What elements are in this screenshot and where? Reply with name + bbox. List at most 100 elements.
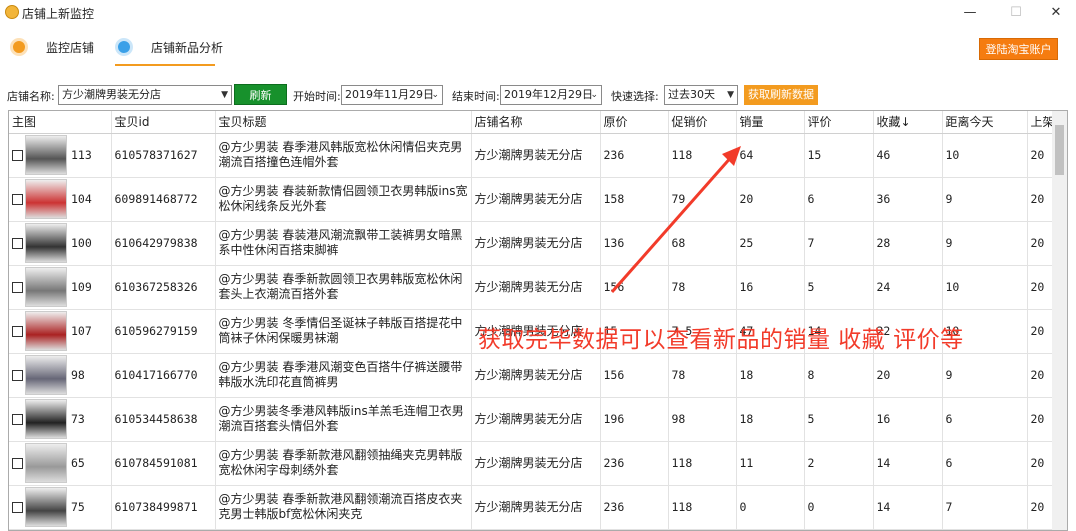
- product-thumbnail: [25, 443, 67, 483]
- start-date-picker[interactable]: 2019年11月29日 ⌄: [341, 85, 443, 105]
- cell-promo-price: 68: [668, 221, 737, 266]
- row-checkbox[interactable]: [12, 149, 23, 161]
- cell-days-ago: 6: [942, 441, 1028, 486]
- column-header[interactable]: 销量: [736, 111, 805, 134]
- cell-sales: 64: [736, 133, 805, 178]
- cell-shop-name: 方少潮牌男装无分店: [471, 353, 601, 398]
- cell-item-id: 610417166770: [111, 353, 216, 398]
- minimize-button[interactable]: —: [950, 2, 990, 24]
- cell-favorites: 28: [873, 221, 943, 266]
- column-header[interactable]: 店铺名称: [471, 111, 601, 134]
- row-checkbox[interactable]: [12, 501, 23, 513]
- row-checkbox[interactable]: [12, 369, 23, 381]
- cell-title: @方少男装 春季新款港风翻领抽绳夹克男韩版宽松休闲字母刺绣外套: [215, 441, 472, 486]
- cell-title: @方少男装 春装港风潮流飘带工装裤男女暗黑系中性休闲百搭束脚裤: [215, 221, 472, 266]
- row-checkbox[interactable]: [12, 457, 23, 469]
- row-index: 107: [71, 324, 92, 338]
- cell-reviews: 15: [804, 133, 874, 178]
- cell-title: @方少男装 春季新款港风翻领潮流百搭皮衣夹克男士韩版bf宽松休闲夹克: [215, 485, 472, 530]
- cell-main-image: 107: [9, 309, 112, 354]
- table-row[interactable]: 109 610367258326 @方少男装 春季新款圆领卫衣男韩版宽松休闲套头上衣…: [9, 265, 1067, 310]
- refresh-button[interactable]: 刷新: [234, 84, 287, 105]
- row-checkbox[interactable]: [12, 281, 23, 293]
- table-row[interactable]: 104 609891468772 @方少男装 春装新款情侣圆领卫衣男韩版ins宽松休…: [9, 177, 1067, 222]
- cell-title: @方少男装 春季新款圆领卫衣男韩版宽松休闲套头上衣潮流百搭外套: [215, 265, 472, 310]
- cell-reviews: 5: [804, 265, 874, 310]
- app-logo-icon: [5, 5, 19, 19]
- row-index: 65: [71, 456, 85, 470]
- cell-item-id: 610578371627: [111, 133, 216, 178]
- row-checkbox[interactable]: [12, 237, 23, 249]
- cell-original-price: 236: [600, 133, 669, 178]
- cell-reviews: 6: [804, 177, 874, 222]
- cell-main-image: 100: [9, 221, 112, 266]
- table-row[interactable]: 98 610417166770 @方少男装 春季港风潮变色百搭牛仔裤送腰带韩版水洗印…: [9, 353, 1067, 398]
- end-date-value: 2019年12月29日: [504, 88, 593, 101]
- column-header[interactable]: 宝贝id: [111, 111, 216, 134]
- cell-shop-name: 方少潮牌男装无分店: [471, 397, 601, 442]
- cell-reviews: 2: [804, 441, 874, 486]
- cell-reviews: 0: [804, 485, 874, 530]
- end-date-picker[interactable]: 2019年12月29日 ⌄: [500, 85, 602, 105]
- table-header-row: 主图 宝贝id 宝贝标题 店铺名称 原价 促销价 销量 评价 收藏↓ 距离今天 …: [9, 111, 1067, 134]
- column-header[interactable]: 距离今天: [942, 111, 1028, 134]
- cell-favorites: 16: [873, 397, 943, 442]
- quick-select[interactable]: 过去30天 ▼: [664, 85, 738, 105]
- quick-select-value: 过去30天: [668, 88, 715, 101]
- tab-new-product-analysis[interactable]: 店铺新品分析: [115, 32, 223, 66]
- table-row[interactable]: 75 610738499871 @方少男装 春季新款港风翻领潮流百搭皮衣夹克男士韩版…: [9, 485, 1067, 530]
- login-taobao-button[interactable]: 登陆淘宝账户: [979, 38, 1058, 60]
- quick-select-label: 快速选择:: [611, 90, 659, 103]
- row-checkbox[interactable]: [12, 325, 23, 337]
- nav-bar: 监控店铺 店铺新品分析: [0, 26, 1076, 68]
- cell-shop-name: 方少潮牌男装无分店: [471, 133, 601, 178]
- row-checkbox[interactable]: [12, 413, 23, 425]
- tab-monitor-shops[interactable]: 监控店铺: [10, 32, 94, 62]
- cell-favorites: 46: [873, 133, 943, 178]
- table-row[interactable]: 100 610642979838 @方少男装 春装港风潮流飘带工装裤男女暗黑系中性休…: [9, 221, 1067, 266]
- shop-select-value: 方少潮牌男装无分店: [62, 88, 161, 101]
- table-row[interactable]: 113 610578371627 @方少男装 春季港风韩版宽松休闲情侣夹克男潮流百搭…: [9, 133, 1067, 178]
- table-row[interactable]: 73 610534458638 @方少男装冬季港风韩版ins羊羔毛连帽卫衣男潮流百搭…: [9, 397, 1067, 442]
- vertical-scrollbar[interactable]: [1052, 111, 1067, 530]
- cell-title: @方少男装 春季港风潮变色百搭牛仔裤送腰带韩版水洗印花直筒裤男: [215, 353, 472, 398]
- window-title: 店铺上新监控: [22, 7, 95, 21]
- cell-main-image: 75: [9, 485, 112, 530]
- cell-original-price: 236: [600, 485, 669, 530]
- cell-item-id: 610642979838: [111, 221, 216, 266]
- row-index: 75: [71, 500, 85, 514]
- cell-sales: 16: [736, 265, 805, 310]
- cell-sales: 20: [736, 177, 805, 222]
- cell-promo-price: 118: [668, 485, 737, 530]
- start-time-label: 开始时间:: [293, 90, 341, 103]
- chevron-down-icon: ▼: [727, 90, 734, 100]
- start-date-value: 2019年11月29日: [345, 88, 434, 101]
- shop-name-label: 店铺名称:: [7, 90, 55, 103]
- product-thumbnail: [25, 487, 67, 527]
- scrollbar-thumb[interactable]: [1055, 125, 1064, 175]
- cell-favorites: 24: [873, 265, 943, 310]
- product-thumbnail: [25, 311, 67, 351]
- column-header[interactable]: 评价: [804, 111, 874, 134]
- shop-select[interactable]: 方少潮牌男装无分店 ▼: [58, 85, 232, 105]
- column-header[interactable]: 原价: [600, 111, 669, 134]
- row-index: 73: [71, 412, 85, 426]
- cell-days-ago: 6: [942, 397, 1028, 442]
- cell-favorites: 20: [873, 353, 943, 398]
- cell-days-ago: 9: [942, 353, 1028, 398]
- fetch-data-button[interactable]: 获取刷新数据: [744, 85, 818, 105]
- cell-days-ago: 10: [942, 265, 1028, 310]
- table-row[interactable]: 65 610784591081 @方少男装 春季新款港风翻领抽绳夹克男韩版宽松休闲字…: [9, 441, 1067, 486]
- cell-item-id: 610596279159: [111, 309, 216, 354]
- column-header[interactable]: 促销价: [668, 111, 737, 134]
- column-header[interactable]: 主图: [9, 111, 112, 134]
- maximize-button[interactable]: ☐: [996, 2, 1036, 24]
- column-header[interactable]: 收藏↓: [873, 111, 943, 134]
- cell-shop-name: 方少潮牌男装无分店: [471, 177, 601, 222]
- close-button[interactable]: ✕: [1036, 2, 1076, 24]
- cell-promo-price: 78: [668, 353, 737, 398]
- cell-shop-name: 方少潮牌男装无分店: [471, 441, 601, 486]
- product-thumbnail: [25, 179, 67, 219]
- row-checkbox[interactable]: [12, 193, 23, 205]
- column-header[interactable]: 宝贝标题: [215, 111, 472, 134]
